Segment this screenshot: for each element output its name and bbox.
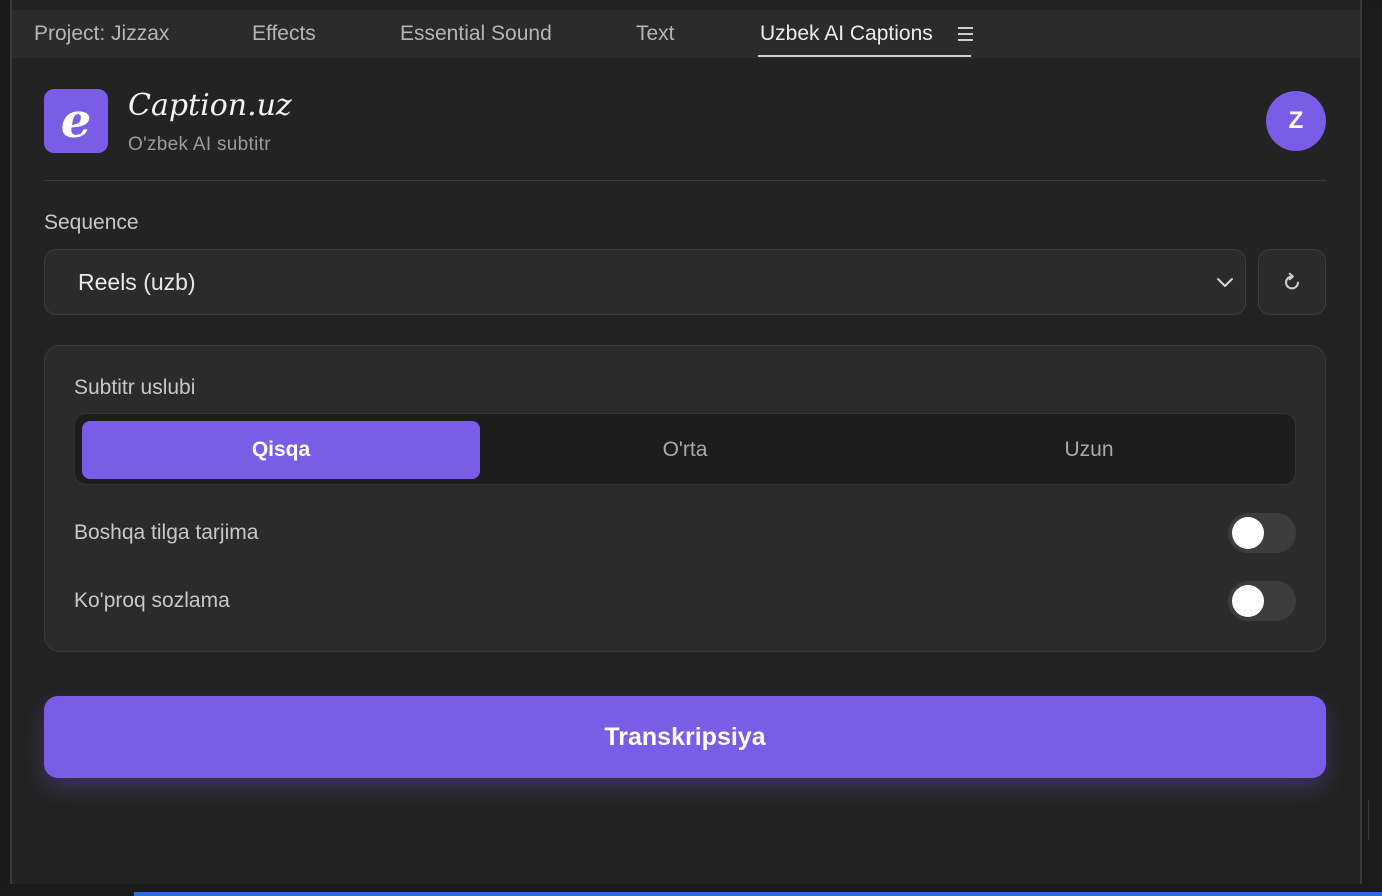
tab-text[interactable]: Text — [636, 10, 675, 58]
more-settings-toggle[interactable] — [1228, 581, 1296, 621]
translate-toggle-label: Boshqa tilga tarjima — [74, 521, 259, 544]
transcribe-button[interactable]: Transkripsiya — [44, 696, 1326, 778]
header-divider — [44, 180, 1326, 181]
rail-divider — [1368, 800, 1369, 840]
style-option-orta[interactable]: O'rta — [486, 421, 884, 479]
toggle-knob — [1232, 585, 1264, 617]
more-settings-toggle-label: Ko'proq sozlama — [74, 589, 230, 612]
right-scroll-rail — [1366, 8, 1382, 884]
sequence-select[interactable]: Reels (uzb) — [44, 249, 1246, 315]
user-avatar[interactable]: Z — [1266, 91, 1326, 151]
sequence-label: Sequence — [44, 211, 139, 234]
subtitle-style-selector: Qisqa O'rta Uzun — [74, 413, 1296, 485]
style-option-qisqa[interactable]: Qisqa — [82, 421, 480, 479]
bottom-strip — [0, 884, 1382, 896]
tab-uzbek-ai-captions[interactable]: Uzbek AI Captions — [758, 10, 971, 58]
caption-logo-icon: e — [44, 89, 108, 153]
tab-project[interactable]: Project: Jizzax — [34, 10, 169, 58]
translate-toggle[interactable] — [1228, 513, 1296, 553]
toggle-knob — [1232, 517, 1264, 549]
timeline-progress-bar — [134, 892, 1382, 896]
tab-effects[interactable]: Effects — [252, 10, 316, 58]
style-option-uzun[interactable]: Uzun — [890, 421, 1288, 479]
refresh-icon — [1285, 272, 1299, 290]
refresh-button[interactable] — [1258, 249, 1326, 315]
brand-subtitle: O'zbek AI subtitr — [128, 134, 271, 155]
sequence-selected-value: Reels (uzb) — [78, 268, 196, 295]
subtitle-style-title: Subtitr uslubi — [74, 376, 196, 399]
captions-panel: e Caption.uz O'zbek AI subtitr Z Sequenc… — [14, 58, 1358, 880]
panel-tab-bar: Project: Jizzax Effects Essential Sound … — [12, 10, 1360, 58]
hamburger-icon[interactable] — [958, 10, 978, 58]
chevron-down-icon — [1217, 278, 1233, 287]
subtitle-style-card: Subtitr uslubi Qisqa O'rta Uzun Boshqa t… — [44, 345, 1326, 652]
tab-essential-sound[interactable]: Essential Sound — [400, 10, 552, 58]
brand-title: Caption.uz — [128, 88, 292, 123]
